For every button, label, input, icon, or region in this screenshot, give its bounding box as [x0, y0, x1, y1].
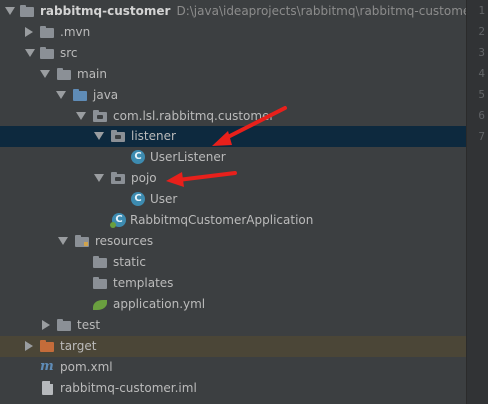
class-icon: C	[131, 192, 145, 206]
tree-label-src: src	[60, 46, 78, 60]
expand-arrow-icon[interactable]	[76, 112, 86, 120]
package-icon	[93, 110, 107, 122]
expand-arrow-icon[interactable]	[25, 27, 33, 37]
tree-label-main: main	[77, 67, 107, 81]
expand-arrow-icon[interactable]	[58, 237, 68, 245]
tree-node-pojo[interactable]: pojo	[0, 168, 466, 189]
tree-node-package[interactable]: com.lsl.rabbitmq.customer	[0, 106, 466, 127]
line-number: 1	[478, 4, 485, 17]
folder-icon	[40, 47, 54, 59]
class-icon: C	[131, 150, 145, 164]
expand-arrow-icon[interactable]	[5, 7, 15, 15]
tree-node-application-yml[interactable]: application.yml	[0, 294, 466, 315]
tree-label-static: static	[113, 255, 146, 269]
tree-label-test: test	[77, 318, 101, 332]
tree-label-listener: listener	[131, 129, 176, 143]
tree-label-mvn: .mvn	[60, 25, 91, 39]
tree-node-src[interactable]: src	[0, 43, 466, 64]
spring-config-icon	[93, 300, 107, 310]
tree-label-user: User	[150, 192, 178, 206]
tree-node-java[interactable]: java	[0, 85, 466, 106]
project-path: D:\java\ideaprojects\rabbitmq\rabbitmq-c…	[176, 4, 476, 18]
excluded-folder-icon	[40, 340, 54, 352]
line-number: 5	[478, 88, 485, 101]
line-number: 7	[478, 130, 485, 143]
tree-label-pojo: pojo	[131, 171, 157, 185]
tree-label-iml: rabbitmq-customer.iml	[60, 381, 197, 395]
tree-node-project-root[interactable]: rabbitmq-customer D:\java\ideaprojects\ra…	[0, 1, 475, 22]
tree-label-application-yml: application.yml	[113, 297, 206, 311]
tree-label-package: com.lsl.rabbitmq.customer	[113, 109, 275, 123]
tree-label-pom: pom.xml	[60, 360, 113, 374]
tree-node-templates[interactable]: templates	[0, 273, 466, 294]
expand-arrow-icon[interactable]	[25, 49, 35, 57]
folder-icon	[93, 277, 107, 289]
folder-icon	[57, 319, 71, 331]
expand-arrow-icon[interactable]	[94, 132, 104, 140]
maven-icon: m	[40, 359, 54, 374]
tree-node-resources[interactable]: resources	[0, 231, 466, 252]
expand-arrow-icon[interactable]	[94, 174, 104, 182]
tree-node-mvn[interactable]: .mvn	[0, 22, 466, 43]
tree-node-listener[interactable]: listener	[0, 126, 466, 147]
expand-arrow-icon[interactable]	[25, 341, 33, 351]
tree-label-application-class: RabbitmqCustomerApplication	[130, 213, 314, 227]
package-icon	[111, 130, 125, 142]
source-folder-icon	[73, 89, 87, 101]
expand-arrow-icon[interactable]	[40, 70, 50, 78]
line-number: 3	[478, 46, 485, 59]
tree-node-main[interactable]: main	[0, 64, 466, 85]
tree-node-test[interactable]: test	[0, 315, 466, 336]
tree-node-pom[interactable]: m pom.xml	[0, 357, 466, 378]
module-folder-icon	[20, 5, 34, 17]
tree-node-iml[interactable]: rabbitmq-customer.iml	[0, 378, 466, 399]
package-icon	[111, 172, 125, 184]
folder-icon	[40, 26, 54, 38]
expand-arrow-icon[interactable]	[42, 320, 50, 330]
spring-boot-class-icon: C	[110, 213, 126, 228]
folder-icon	[93, 256, 107, 268]
line-number: 6	[478, 109, 485, 122]
expand-arrow-icon[interactable]	[56, 91, 66, 99]
tree-label-resources: resources	[95, 234, 154, 248]
line-number: 4	[478, 67, 485, 80]
tree-node-static[interactable]: static	[0, 252, 466, 273]
tree-node-user[interactable]: C User	[0, 189, 466, 210]
tree-node-target[interactable]: target	[0, 336, 466, 357]
tree-node-application-class[interactable]: C RabbitmqCustomerApplication	[0, 210, 466, 231]
module-file-icon	[42, 381, 53, 395]
editor-gutter: 1 2 3 4 5 6 7	[466, 0, 488, 404]
resources-folder-icon	[75, 235, 89, 247]
tree-label-target: target	[60, 339, 97, 353]
tree-label-templates: templates	[113, 276, 174, 290]
line-number: 2	[478, 25, 485, 38]
project-tree: rabbitmq-customer D:\java\ideaprojects\ra…	[0, 0, 475, 404]
project-name: rabbitmq-customer	[40, 4, 171, 18]
folder-icon	[57, 68, 71, 80]
tree-node-user-listener[interactable]: C UserListener	[0, 147, 466, 168]
tree-label-user-listener: UserListener	[150, 150, 226, 164]
tree-label-java: java	[93, 88, 119, 102]
